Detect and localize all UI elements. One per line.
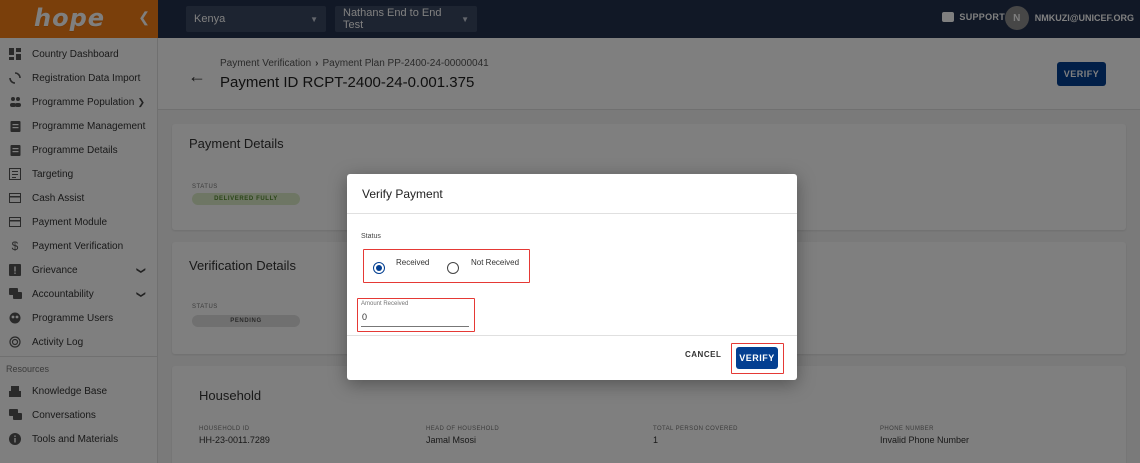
radio-received-label[interactable]: Received (396, 258, 429, 267)
amount-received-label: Amount Received (361, 301, 409, 307)
status-field-label: Status (361, 233, 381, 240)
radio-not-received-label[interactable]: Not Received (471, 258, 519, 267)
radio-received[interactable] (373, 262, 385, 274)
dialog-title: Verify Payment (362, 187, 443, 201)
cancel-button[interactable]: CANCEL (685, 350, 721, 359)
radio-not-received[interactable] (447, 262, 459, 274)
dialog-divider (347, 335, 797, 336)
amount-received-input[interactable] (362, 312, 462, 322)
verify-payment-dialog: Verify Payment Status Received Not Recei… (347, 174, 797, 380)
dialog-divider (347, 213, 797, 214)
dialog-verify-button[interactable]: VERIFY (736, 347, 778, 369)
amount-input-underline (361, 326, 469, 327)
